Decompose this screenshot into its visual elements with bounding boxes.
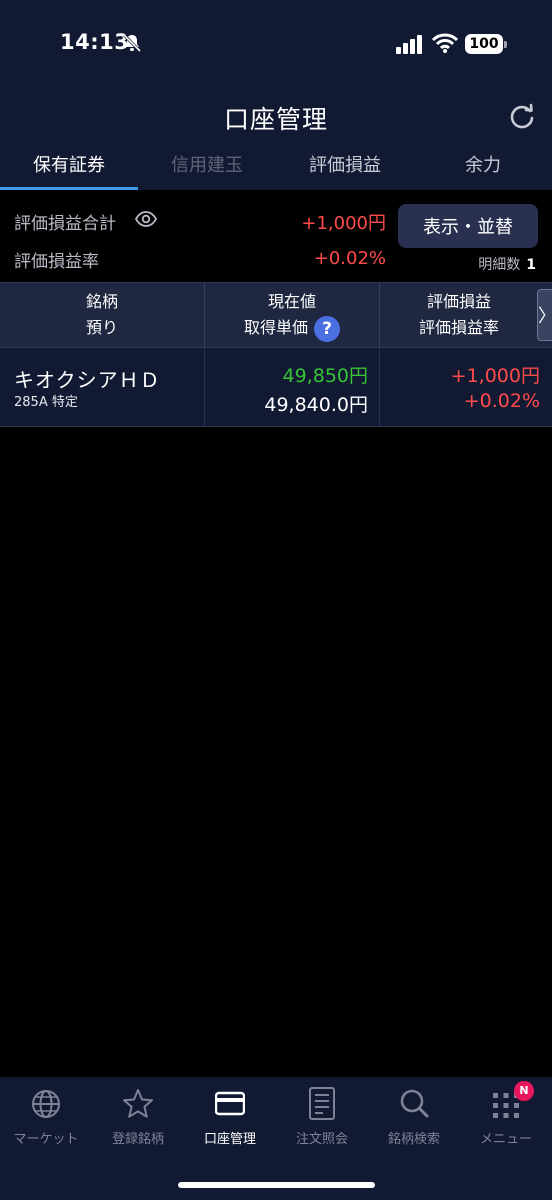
tab-buying-power[interactable]: 余力 — [414, 142, 552, 190]
profit-loss-value: +1,000円 — [450, 365, 540, 387]
battery-icon: 100 — [465, 34, 507, 54]
nav-watchlist[interactable]: 登録銘柄 — [92, 1077, 184, 1157]
globe-icon — [32, 1090, 60, 1118]
page-title: 口座管理 — [223, 105, 328, 134]
column-divider — [204, 348, 205, 426]
header-pl: 評価損益 — [426, 292, 491, 311]
wifi-icon — [432, 33, 458, 53]
app-header: 口座管理 保有証券 信用建玉 評価損益 余力 — [0, 86, 552, 190]
total-pl-label: 評価損益合計 — [14, 214, 116, 234]
header-price[interactable]: 現在値 取得単価? — [205, 283, 379, 347]
stock-name: キオクシアＨＤ — [14, 368, 161, 392]
chevron-right-icon: 〉 — [538, 302, 552, 328]
header-stock[interactable]: 銘柄 預り — [0, 283, 204, 347]
header-stock-name: 銘柄 — [85, 292, 118, 311]
table-header: 銘柄 預り 現在値 取得単価? 評価損益 評価損益率 〉 — [0, 282, 552, 348]
scroll-right-button[interactable]: 〉 — [537, 289, 552, 341]
summary-panel: 評価損益合計 +1,000円 評価損益率 +0.02% 表示・並替 明細数 1 — [0, 190, 552, 282]
notification-badge: N — [514, 1081, 534, 1101]
nav-menu[interactable]: N メニュー — [460, 1077, 552, 1157]
search-icon — [400, 1089, 429, 1118]
nav-account-label: 口座管理 — [203, 1132, 256, 1147]
nav-account[interactable]: 口座管理 — [184, 1077, 276, 1157]
profit-loss-rate: +0.02% — [463, 390, 540, 412]
header-pl-rate: 評価損益率 — [418, 318, 499, 337]
signal-icon — [396, 35, 422, 54]
nav-market[interactable]: マーケット — [0, 1077, 92, 1157]
status-bar: 14:13 100 — [0, 0, 552, 86]
stock-code: 285A 特定 — [14, 395, 78, 410]
detail-count-value: 1 — [526, 257, 536, 273]
document-icon — [309, 1087, 335, 1120]
header-current-price: 現在値 — [267, 292, 316, 311]
display-sort-button[interactable]: 表示・並替 — [398, 204, 538, 248]
current-price: 49,850円 — [282, 365, 368, 387]
nav-orders[interactable]: 注文照会 — [276, 1077, 368, 1157]
detail-count-label: 明細数 — [478, 257, 521, 273]
tab-holdings[interactable]: 保有証券 — [0, 142, 138, 190]
nav-market-label: マーケット — [13, 1132, 79, 1147]
eye-icon[interactable] — [135, 211, 157, 227]
card-icon — [215, 1091, 245, 1116]
header-acquisition-price: 取得単価 — [243, 318, 308, 337]
nav-watchlist-label: 登録銘柄 — [111, 1132, 164, 1147]
tab-bar: 保有証券 信用建玉 評価損益 余力 — [0, 142, 552, 190]
home-indicator — [178, 1182, 375, 1188]
bell-slash-icon — [122, 33, 142, 53]
nav-search-label: 銘柄検索 — [387, 1132, 440, 1147]
acquisition-price: 49,840.0円 — [264, 394, 368, 416]
star-icon — [123, 1089, 153, 1118]
nav-orders-label: 注文照会 — [295, 1132, 348, 1147]
total-pl-value: +1,000円 — [301, 213, 386, 234]
refresh-icon[interactable] — [508, 102, 536, 130]
column-divider — [379, 348, 380, 426]
nav-search[interactable]: 銘柄検索 — [368, 1077, 460, 1157]
detail-count: 明細数 1 — [478, 254, 536, 274]
pl-rate-label: 評価損益率 — [14, 252, 99, 272]
nav-menu-label: メニュー — [479, 1132, 532, 1147]
header-custody: 預り — [85, 318, 118, 337]
table-row[interactable]: キオクシアＨＤ 285A 特定 49,850円 49,840.0円 +1,000… — [0, 348, 552, 427]
battery-level: 100 — [469, 36, 499, 52]
status-time: 14:13 — [60, 30, 130, 54]
tab-profit-loss[interactable]: 評価損益 — [276, 142, 414, 190]
pl-rate-value: +0.02% — [313, 248, 386, 269]
tab-margin-positions[interactable]: 信用建玉 — [138, 142, 276, 190]
header-profit-loss[interactable]: 評価損益 評価損益率 — [380, 283, 538, 347]
help-icon[interactable]: ? — [314, 315, 340, 342]
